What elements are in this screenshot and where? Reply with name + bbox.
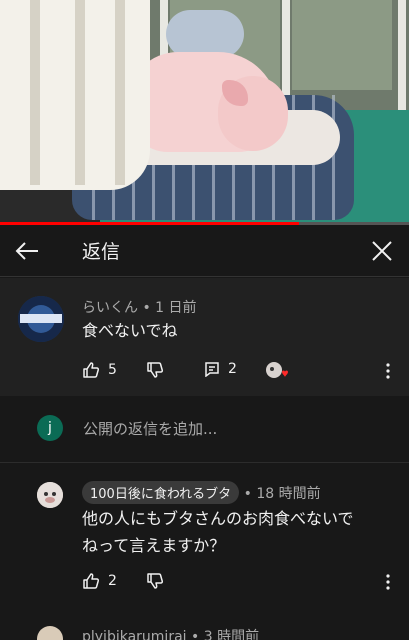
close-icon: [372, 241, 392, 261]
creator-heart-icon: [266, 362, 288, 378]
more-vert-icon: [386, 363, 390, 379]
add-reply-row[interactable]: j 公開の返信を追加...: [0, 397, 409, 463]
comment-icon: [205, 362, 219, 377]
avatar[interactable]: [18, 296, 64, 342]
avatar[interactable]: [37, 482, 63, 508]
reply-comment: 100日後に食われるブタ • 18 時間前 他の人にもブタさんのお肉食べないで …: [0, 464, 409, 604]
comment-meta: 100日後に食われるブタ • 18 時間前: [82, 481, 321, 504]
comment-author[interactable]: らいくん: [82, 300, 138, 316]
curtain: [0, 0, 150, 190]
food-bowl: [166, 10, 244, 58]
close-button[interactable]: [368, 237, 396, 265]
thumbs-up-icon: [83, 362, 100, 378]
video-player[interactable]: [0, 0, 409, 222]
like-button[interactable]: 2: [82, 572, 117, 590]
meta-separator: •: [142, 300, 151, 316]
arrow-left-icon: [15, 242, 38, 260]
comment-time: 18 時間前: [256, 486, 321, 502]
like-count: 5: [108, 362, 117, 378]
thumbs-up-icon: [83, 573, 100, 589]
replies-header: 返信: [0, 225, 409, 277]
reply-count: 2: [228, 361, 237, 377]
meta-separator: •: [243, 486, 252, 502]
meta-separator: •: [191, 629, 200, 640]
comment-time: 3 時間前: [203, 629, 260, 640]
comment-menu-button[interactable]: [385, 362, 391, 380]
comment-author[interactable]: plyibikarumirai: [82, 629, 187, 640]
thumbs-down-icon: [147, 573, 164, 589]
thumbs-down-icon: [147, 362, 164, 378]
like-count: 2: [108, 573, 117, 589]
dislike-button[interactable]: [146, 572, 164, 590]
more-vert-icon: [386, 574, 390, 590]
user-avatar: j: [37, 415, 63, 441]
reply-input[interactable]: 公開の返信を追加...: [83, 418, 217, 439]
reply-comment: plyibikarumirai • 3 時間前: [0, 618, 409, 640]
comment-text: 他の人にもブタさんのお肉食べないで ねって言えますか？: [82, 505, 354, 559]
comment-menu-button[interactable]: [385, 573, 391, 591]
back-button[interactable]: [12, 237, 42, 265]
like-button[interactable]: 5: [82, 361, 117, 379]
comment-meta: らいくん • 1 日前: [82, 297, 197, 317]
dislike-button[interactable]: [146, 361, 164, 379]
replies-button[interactable]: 2: [204, 361, 237, 377]
comment-text-line: 他の人にもブタさんのお肉食べないで: [82, 509, 354, 528]
creator-author-badge[interactable]: 100日後に食われるブタ: [82, 481, 240, 504]
comment-meta: plyibikarumirai • 3 時間前: [82, 626, 259, 640]
parent-comment: らいくん • 1 日前 食べないでね 5 2: [0, 278, 409, 396]
page-title: 返信: [82, 241, 121, 263]
comment-text-line: ねって言えますか？: [82, 536, 226, 555]
comment-time: 1 日前: [155, 300, 197, 316]
creator-heart: [264, 360, 290, 380]
comment-text: 食べないでね: [82, 321, 178, 340]
avatar[interactable]: [37, 626, 63, 640]
